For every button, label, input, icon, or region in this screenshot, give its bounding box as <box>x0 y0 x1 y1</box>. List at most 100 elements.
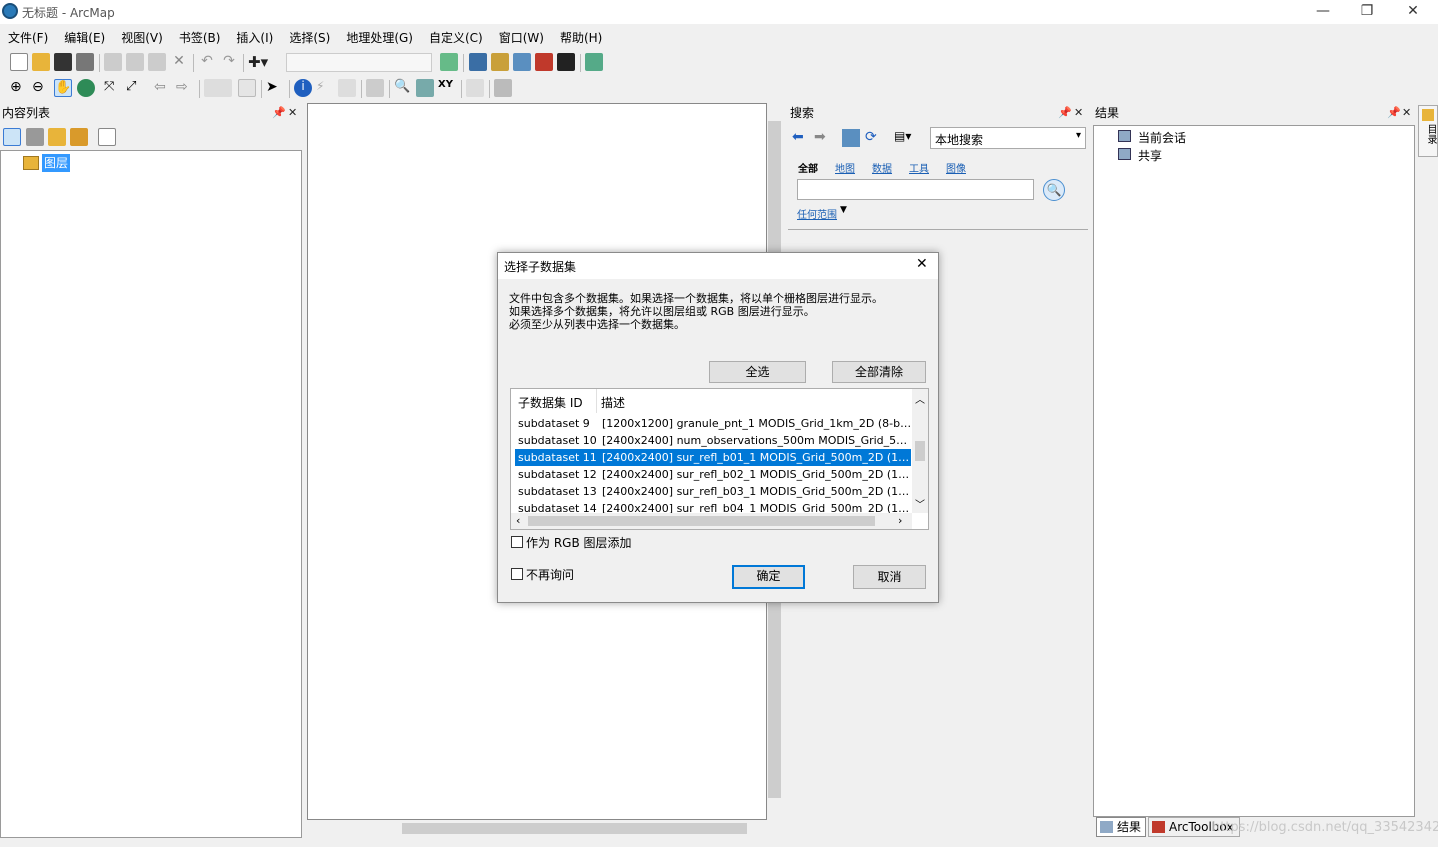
menu-geoprocessing[interactable]: 地理处理(G) <box>338 26 421 46</box>
catalog-window-icon[interactable] <box>491 53 509 71</box>
measure-icon[interactable] <box>366 79 384 97</box>
find-route-icon[interactable] <box>416 79 434 97</box>
create-viewer-icon[interactable] <box>494 79 512 97</box>
close-icon[interactable]: ✕ <box>1074 103 1083 123</box>
delete-icon[interactable]: ✕ <box>170 53 188 71</box>
layers-label[interactable]: 图层 <box>42 154 71 172</box>
map-hscrollbar[interactable] <box>307 820 767 836</box>
fixed-zoom-in-icon[interactable]: ⤧ <box>104 79 122 97</box>
pin-icon[interactable]: 📌 <box>1058 103 1072 123</box>
search-tab-maps[interactable]: 地图 <box>835 160 855 175</box>
results-item-current-session[interactable]: 当前会话 <box>1138 129 1186 146</box>
menu-customize[interactable]: 自定义(C) <box>421 26 491 46</box>
list-by-source-icon[interactable] <box>26 128 44 146</box>
find-icon[interactable]: 🔍 <box>394 79 412 97</box>
forward-arrow-icon[interactable]: ➡ <box>814 129 826 145</box>
add-data-icon[interactable]: ✚▾ <box>248 53 276 71</box>
fixed-zoom-out-icon[interactable]: ⤢ <box>126 79 144 97</box>
list-hscroll-thumb[interactable] <box>528 516 875 526</box>
scroll-right-icon[interactable]: › <box>898 514 902 527</box>
options-icon[interactable] <box>98 128 116 146</box>
full-extent-icon[interactable] <box>77 79 95 97</box>
search-tab-all[interactable]: 全部 <box>798 160 818 175</box>
menu-help[interactable]: 帮助(H) <box>552 26 610 46</box>
chevron-down-icon[interactable]: ▼ <box>840 205 847 215</box>
table-row[interactable]: subdataset 14 [2400x2400] sur_refl_b04_1 … <box>515 500 911 513</box>
list-by-drawing-order-icon[interactable] <box>3 128 21 146</box>
restore-button[interactable]: ❐ <box>1344 0 1390 24</box>
table-row[interactable]: subdataset 10 [2400x2400] num_observation… <box>515 432 911 449</box>
menu-edit[interactable]: 编辑(E) <box>56 26 113 46</box>
menu-file[interactable]: 文件(F) <box>0 26 56 46</box>
cancel-button[interactable]: 取消 <box>853 565 926 589</box>
minimize-button[interactable]: — <box>1300 0 1346 24</box>
redo-icon[interactable]: ↷ <box>220 53 238 71</box>
go-to-xy-icon[interactable]: XY <box>438 79 456 97</box>
save-icon[interactable] <box>54 53 72 71</box>
refresh-icon[interactable]: ⟳ <box>865 129 877 145</box>
new-icon[interactable] <box>10 53 28 71</box>
pan-icon[interactable]: ✋ <box>54 79 72 97</box>
clear-all-button[interactable]: 全部清除 <box>832 361 926 383</box>
table-row[interactable]: subdataset 13 [2400x2400] sur_refl_b03_1 … <box>515 483 911 500</box>
scale-combo[interactable] <box>286 53 432 72</box>
search-tab-data[interactable]: 数据 <box>872 160 892 175</box>
model-builder-icon[interactable] <box>585 53 603 71</box>
identify-icon[interactable]: i <box>294 79 312 97</box>
search-tab-images[interactable]: 图像 <box>946 160 966 175</box>
menu-insert[interactable]: 插入(I) <box>228 26 281 46</box>
search-input[interactable] <box>797 179 1034 200</box>
print-icon[interactable] <box>76 53 94 71</box>
table-row-selected[interactable]: subdataset 11 [2400x2400] sur_refl_b01_1 … <box>515 449 911 466</box>
column-header-id[interactable]: 子数据集 ID <box>518 394 583 411</box>
zoom-in-icon[interactable]: ⊕ <box>10 79 28 97</box>
scroll-down-icon[interactable]: ﹀ <box>915 496 925 511</box>
catalog-side-tab[interactable]: 目录 <box>1418 105 1438 157</box>
table-row[interactable]: subdataset 12 [2400x2400] sur_refl_b02_1 … <box>515 466 911 483</box>
time-slider-icon[interactable] <box>466 79 484 97</box>
any-extent-link[interactable]: 任何范围 <box>797 206 837 221</box>
cut-icon[interactable] <box>104 53 122 71</box>
forward-extent-icon[interactable]: ⇨ <box>176 79 194 97</box>
undo-icon[interactable]: ↶ <box>198 53 216 71</box>
arctoolbox-icon[interactable] <box>535 53 553 71</box>
map-hscroll-thumb[interactable] <box>402 823 747 834</box>
select-features-icon[interactable] <box>204 79 232 97</box>
select-elements-icon[interactable]: ➤ <box>266 79 284 97</box>
select-all-button[interactable]: 全选 <box>709 361 806 383</box>
list-by-selection-icon[interactable] <box>70 128 88 146</box>
list-vscroll-thumb[interactable] <box>915 441 925 461</box>
list-hscrollbar[interactable]: ‹ › <box>511 513 912 529</box>
open-icon[interactable] <box>32 53 50 71</box>
rgb-layer-checkbox[interactable] <box>511 536 523 548</box>
clear-selection-icon[interactable] <box>238 79 256 97</box>
close-icon[interactable]: ✕ <box>1402 103 1411 123</box>
search-icon[interactable]: 🔍 <box>1043 179 1065 201</box>
copy-icon[interactable] <box>126 53 144 71</box>
back-extent-icon[interactable]: ⇦ <box>154 79 172 97</box>
scroll-left-icon[interactable]: ‹ <box>516 514 520 527</box>
home-icon[interactable] <box>842 129 860 147</box>
ok-button[interactable]: 确定 <box>732 565 805 589</box>
python-window-icon[interactable] <box>557 53 575 71</box>
scroll-up-icon[interactable]: ︿ <box>915 391 925 406</box>
menu-bookmarks[interactable]: 书签(B) <box>171 26 229 46</box>
dialog-close-icon[interactable]: ✕ <box>916 256 928 272</box>
close-icon[interactable]: ✕ <box>288 103 297 123</box>
menu-view[interactable]: 视图(V) <box>113 26 171 46</box>
view-options-icon[interactable]: ▤▾ <box>894 129 920 147</box>
editor-icon[interactable] <box>440 53 458 71</box>
search-scope-select[interactable]: 本地搜索 ▾ <box>930 127 1086 149</box>
toc-window-icon[interactable] <box>469 53 487 71</box>
menu-selection[interactable]: 选择(S) <box>281 26 338 46</box>
pin-icon[interactable]: 📌 <box>1387 103 1401 123</box>
table-row[interactable]: subdataset 9 [1200x1200] granule_pnt_1 MO… <box>515 415 911 432</box>
hyperlink-icon[interactable]: ⚡ <box>316 79 334 97</box>
close-window-button[interactable]: ✕ <box>1390 0 1436 24</box>
zoom-out-icon[interactable]: ⊖ <box>32 79 50 97</box>
search-tab-tools[interactable]: 工具 <box>909 160 929 175</box>
column-header-desc[interactable]: 描述 <box>601 394 625 411</box>
tab-results[interactable]: 结果 <box>1096 817 1146 837</box>
pin-icon[interactable]: 📌 <box>272 103 286 123</box>
list-vscrollbar[interactable]: ︿ ﹀ <box>912 389 928 513</box>
